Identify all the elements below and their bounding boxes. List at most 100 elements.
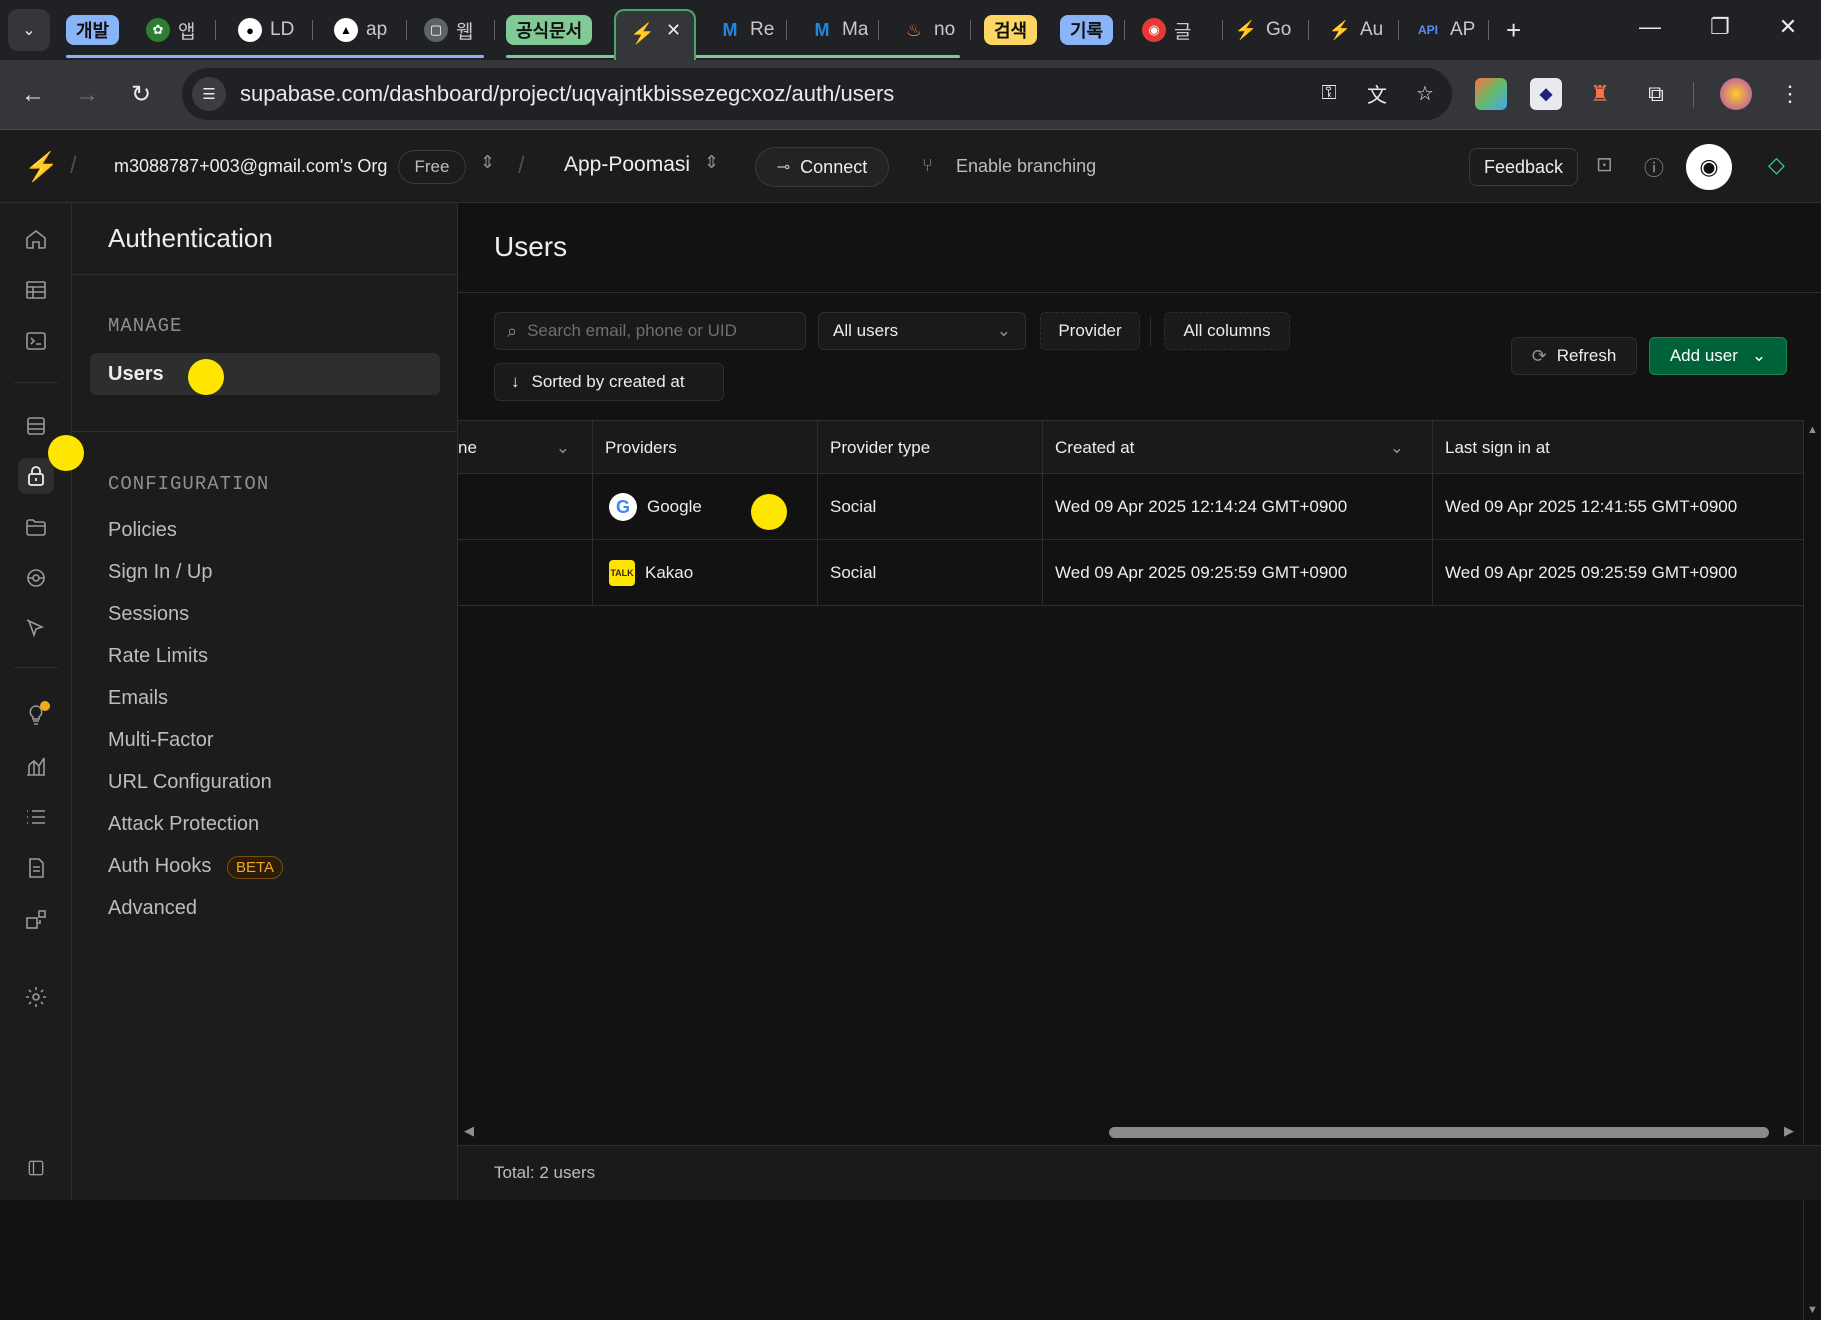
tab-supabase-active[interactable]: ⚡ ✕ [614,9,696,60]
advisors-bulb-icon[interactable] [18,697,54,733]
url-text[interactable]: supabase.com/dashboard/project/uqvajntkb… [240,81,894,107]
close-window-icon[interactable]: ✕ [1768,14,1808,40]
column-header-name[interactable]: ne ⌄ [458,421,593,475]
sidebar-item-multi-factor[interactable]: Multi-Factor [108,729,214,752]
close-tab-icon[interactable]: ✕ [666,20,681,41]
tab-github[interactable]: ● LD [232,10,302,50]
feedback-button[interactable]: Feedback [1469,148,1578,186]
sort-button[interactable]: ↓ Sorted by created at [494,363,724,401]
project-switcher-chevron-icon[interactable]: ⇕ [704,152,719,173]
cell-provider-type: Social [818,474,1043,540]
tab-mui-ma[interactable]: M Ma [804,10,869,50]
tab-api[interactable]: API AP [1408,10,1478,50]
tab-app[interactable]: ✿ 앱 [140,10,206,50]
horizontal-scrollbar[interactable]: ◀ ▶ [458,1120,1803,1144]
restore-icon[interactable]: ❐ [1700,14,1740,40]
column-header-last-sign-in[interactable]: Last sign in at [1433,421,1803,475]
site-info-icon[interactable]: ☰ [192,77,226,111]
sidebar-item-attack-protection[interactable]: Attack Protection [108,813,259,836]
connect-button[interactable]: ⊸ Connect [755,147,889,187]
org-name[interactable]: m3088787+003@gmail.com's Org [114,156,387,177]
collapse-sidebar-icon[interactable] [18,1150,54,1186]
new-tab-button[interactable]: + [1500,10,1530,50]
column-header-created-at[interactable]: Created at ⌄ [1043,421,1433,475]
supabase-logo-icon[interactable]: ⚡ [24,150,59,183]
tab-group-search[interactable]: 검색 [984,15,1038,45]
cell-created-at: Wed 09 Apr 2025 12:14:24 GMT+0900 [1043,474,1433,540]
realtime-cursor-icon[interactable] [18,611,54,647]
scroll-down-arrow-icon[interactable]: ▼ [1807,1304,1818,1316]
integrations-icon[interactable] [18,901,54,937]
bookmark-star-icon[interactable]: ☆ [1408,76,1442,110]
sidebar-item-auth-hooks[interactable]: Auth Hooks BETA [108,855,284,879]
extensions-puzzle-icon[interactable]: ⧉ [1640,78,1672,110]
sidebar-item-policies[interactable]: Policies [108,519,177,542]
project-name[interactable]: App-Poomasi [564,153,690,177]
tab-group-dev[interactable]: 개발 [66,15,120,45]
tab-mui-re[interactable]: M Re [712,10,776,50]
scroll-right-arrow-icon[interactable]: ▶ [1784,1123,1794,1139]
sidebar-item-rate-limits[interactable]: Rate Limits [108,645,208,668]
sidebar-item-advanced[interactable]: Advanced [108,897,197,920]
search-placeholder: Search email, phone or UID [527,321,737,340]
browser-menu-icon[interactable]: ⋮ [1774,78,1806,110]
home-icon[interactable] [18,221,54,257]
sidebar-item-sessions[interactable]: Sessions [108,603,189,626]
all-users-select[interactable]: All users ⌄ [818,312,1026,350]
provider-filter-button[interactable]: Provider [1040,312,1140,350]
tab-group-records[interactable]: 기록 [1060,15,1114,45]
tab-web[interactable]: ▢ 웹 [418,10,486,50]
tab-label: AP [1450,19,1476,40]
database-icon[interactable] [18,408,54,444]
scroll-up-arrow-icon[interactable]: ▲ [1807,424,1818,436]
table-editor-icon[interactable] [18,272,54,308]
table-row[interactable]: TALK Kakao Social Wed 09 Apr 2025 09:25:… [458,540,1803,606]
enable-branching-button[interactable]: Enable branching [956,156,1096,177]
tab-search-dropdown-icon[interactable]: ⌄ [8,9,50,51]
horizontal-scroll-thumb[interactable] [1109,1127,1769,1138]
column-header-providers[interactable]: Providers [593,421,818,475]
password-key-icon[interactable]: ⚿ [1312,76,1346,110]
reports-chart-icon[interactable] [18,748,54,784]
help-icon[interactable]: ⓘ [1644,152,1664,181]
back-arrow-icon[interactable]: ← [18,80,48,110]
org-switcher-chevron-icon[interactable]: ⇕ [480,152,495,173]
refresh-button[interactable]: ⟳ Refresh [1511,337,1637,375]
tab-no[interactable]: ♨ no [896,10,960,50]
sidebar-item-sign-in-up[interactable]: Sign In / Up [108,561,213,584]
logs-list-icon[interactable] [18,799,54,835]
profile-avatar[interactable] [1720,78,1752,110]
forward-arrow-icon[interactable]: → [72,80,102,110]
scroll-left-arrow-icon[interactable]: ◀ [464,1123,474,1139]
tab-geul[interactable]: ◉ 글 [1136,10,1196,50]
sidebar-item-url-configuration[interactable]: URL Configuration [108,771,272,794]
translate-icon[interactable]: 文 [1360,76,1394,110]
tab-group-official-docs[interactable]: 공식문서 [506,15,593,45]
storage-folder-icon[interactable] [18,509,54,545]
all-columns-button[interactable]: All columns [1164,312,1290,350]
reload-icon[interactable]: ↻ [126,80,156,110]
sql-editor-icon[interactable] [18,323,54,359]
settings-gear-icon[interactable] [18,979,54,1015]
sidebar-item-emails[interactable]: Emails [108,687,168,710]
api-docs-icon[interactable] [18,850,54,886]
tab-go[interactable]: ⚡ Go [1228,10,1292,50]
extension-color-icon[interactable] [1475,78,1507,110]
add-user-button[interactable]: Add user ⌄ [1649,337,1787,375]
tab-label: Ma [842,19,868,40]
column-header-provider-type[interactable]: Provider type [818,421,1043,475]
table-row[interactable]: G Google Social Wed 09 Apr 2025 12:14:24… [458,474,1803,540]
search-input[interactable]: ⌕ Search email, phone or UID [494,312,806,350]
extension-lighthouse-icon[interactable]: ♜ [1584,78,1616,110]
edge-functions-icon[interactable] [18,560,54,596]
minimize-icon[interactable]: — [1630,14,1670,40]
user-avatar[interactable]: ◉ [1686,144,1732,190]
inbox-icon[interactable]: ⊡ [1596,152,1613,177]
omnibox[interactable]: ☰ supabase.com/dashboard/project/uqvajnt… [182,68,1452,120]
assistant-diamond-icon[interactable]: ◇ [1768,152,1785,178]
extension-cube-icon[interactable]: ◆ [1530,78,1562,110]
authentication-lock-icon[interactable] [18,458,54,494]
sidebar-item-users[interactable]: Users [90,353,440,395]
tab-au[interactable]: ⚡ Au [1322,10,1386,50]
tab-vercel[interactable]: ▲ ap [328,10,398,50]
